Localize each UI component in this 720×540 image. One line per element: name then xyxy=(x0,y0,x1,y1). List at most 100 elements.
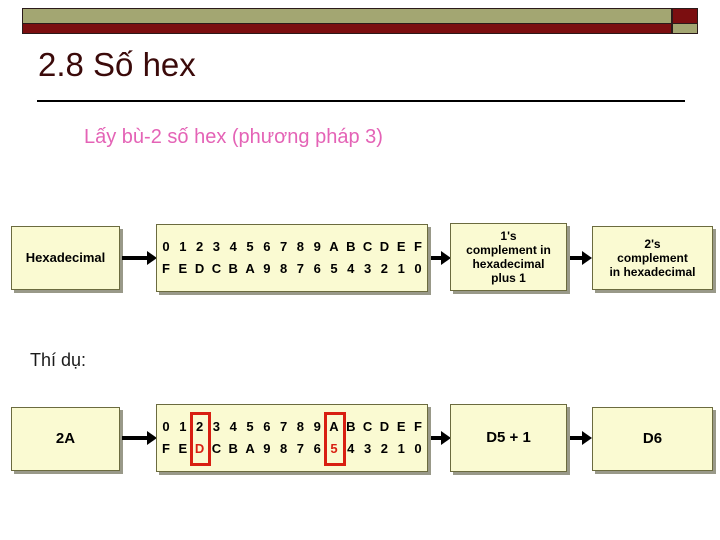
row2-hex-bottom-cell: F xyxy=(162,441,170,456)
row2-hex-bottom-cell: 0 xyxy=(414,441,422,456)
row1-arrow-3 xyxy=(570,251,592,265)
row1-hex-bottom-cell: 6 xyxy=(313,261,321,276)
row2-hex-bottom-cell: 3 xyxy=(363,441,372,456)
example-label: Thí dụ: xyxy=(30,350,87,370)
row1-hex-top-row: 0123456789ABCDEF xyxy=(157,236,427,258)
row1-hex-bottom-cell: 1 xyxy=(397,261,405,276)
row1-step-line-3: plus 1 xyxy=(491,271,526,286)
row2-hex-top-cell: 8 xyxy=(296,419,305,434)
row2-hex-top-cell: B xyxy=(346,419,356,434)
row1-source-box: Hexadecimal xyxy=(11,226,120,290)
row1-result-line-2: in hexadecimal xyxy=(609,265,696,280)
row1-hex-top-cell: 8 xyxy=(296,239,305,254)
row1-hex-top-cell: 9 xyxy=(313,239,321,254)
row2-arrow-3 xyxy=(570,431,592,445)
row1-hex-top-cell: C xyxy=(362,239,373,254)
row1-result-label: 2's complement in hexadecimal xyxy=(605,237,699,279)
row1-hex-table: 0123456789ABCDEF FEDCBA9876543210 xyxy=(156,224,428,292)
row1-source-label: Hexadecimal xyxy=(25,250,106,266)
row2-hex-top-cell: 7 xyxy=(279,419,288,434)
row2-hex-bottom-cell: 7 xyxy=(296,441,305,456)
row2-arrow-2 xyxy=(431,431,451,445)
row2-hex-table: 0123456789ABCDEF FEDCBA9876543210 xyxy=(156,404,428,472)
row1-hex-top-cell: 4 xyxy=(229,239,237,254)
row2-step-box: D5 + 1 xyxy=(450,404,567,472)
row2-hex-bottom-cell: E xyxy=(178,441,188,456)
row2-hex-top-cell: A xyxy=(329,419,339,434)
header-square-maroon xyxy=(672,8,698,24)
row1-result-box: 2's complement in hexadecimal xyxy=(592,226,713,290)
row1-hex-top-cell: 1 xyxy=(179,239,187,254)
row2-hex-bottom-cell: 1 xyxy=(397,441,405,456)
row1-hex-bottom-cell: 2 xyxy=(380,261,388,276)
row2-hex-bottom-cell: 6 xyxy=(313,441,321,456)
header-decoration-bar xyxy=(22,8,698,34)
row2-result-line-0: D6 xyxy=(642,430,663,448)
row2-step-label: D5 + 1 xyxy=(482,429,535,447)
row1-hex-top-cell: 6 xyxy=(263,239,271,254)
row2-hex-bottom-cell: 9 xyxy=(263,441,271,456)
row1-hex-top-cell: B xyxy=(346,239,356,254)
row1-arrow-1 xyxy=(122,251,157,265)
row2-hex-bottom-cell: A xyxy=(245,441,255,456)
row1-hex-bottom-cell: 9 xyxy=(263,261,271,276)
row2-step-line-0: D5 + 1 xyxy=(486,429,531,447)
row2-source-label: 2A xyxy=(55,430,76,448)
row1-hex-bottom-cell: 4 xyxy=(347,261,355,276)
header-square-olive xyxy=(672,24,698,34)
row2-hex-top-row: 0123456789ABCDEF xyxy=(157,416,427,438)
row1-arrow-2 xyxy=(431,251,451,265)
row1-hex-bottom-cell: 5 xyxy=(330,261,338,276)
row2-hex-bottom-cell: C xyxy=(211,441,222,456)
row2-hex-top-cell: 4 xyxy=(229,419,237,434)
row2-hex-bottom-cell: D xyxy=(194,441,205,456)
row1-hex-bottom-cell: F xyxy=(162,261,170,276)
row1-hex-top-cell: 5 xyxy=(246,239,254,254)
row2-hex-top-cell: 2 xyxy=(196,419,204,434)
row2-hex-top-cell: F xyxy=(414,419,422,434)
row1-hex-bottom-cell: D xyxy=(194,261,205,276)
row2-arrow-1 xyxy=(122,431,157,445)
row2-hex-top-cell: 3 xyxy=(212,419,221,434)
row1-hex-bottom-cell: 8 xyxy=(279,261,288,276)
row1-hex-bottom-row: FEDCBA9876543210 xyxy=(157,258,427,280)
row2-hex-bottom-cell: 8 xyxy=(279,441,288,456)
header-bar-maroon xyxy=(22,24,672,34)
row2-hex-top-cell: 9 xyxy=(313,419,321,434)
row1-hex-top-cell: 3 xyxy=(212,239,221,254)
row1-hex-top-cell: D xyxy=(379,239,390,254)
row2-hex-top-cell: C xyxy=(362,419,373,434)
row1-hex-bottom-cell: B xyxy=(228,261,238,276)
slide-canvas: 2.8 Số hex Lấy bù-2 số hex (phương pháp … xyxy=(0,0,720,540)
row2-hex-top-cell: 5 xyxy=(246,419,254,434)
row2-result-label: D6 xyxy=(639,430,666,448)
row2-hex-top-cell: 1 xyxy=(179,419,187,434)
header-bar-olive xyxy=(22,8,672,24)
row1-hex-top-cell: 0 xyxy=(162,239,170,254)
row1-step-line-0: 1's xyxy=(500,228,517,243)
row1-hex-bottom-cell: 0 xyxy=(414,261,422,276)
row2-hex-bottom-cell: B xyxy=(228,441,238,456)
subtitle: Lấy bù-2 số hex (phương pháp 3) xyxy=(84,126,383,148)
row1-hex-bottom-cell: C xyxy=(211,261,222,276)
row1-result-line-1: complement xyxy=(617,250,688,265)
title-divider xyxy=(37,100,685,102)
row2-result-box: D6 xyxy=(592,407,713,471)
row1-result-line-0: 2's xyxy=(644,236,661,251)
row1-hex-top-cell: 2 xyxy=(196,239,204,254)
row1-hex-bottom-cell: E xyxy=(178,261,188,276)
row1-hex-bottom-cell: 7 xyxy=(296,261,305,276)
row1-hex-bottom-cell: 3 xyxy=(363,261,372,276)
row2-hex-bottom-row: FEDCBA9876543210 xyxy=(157,438,427,460)
row1-step-label: 1's complement in hexadecimal plus 1 xyxy=(462,229,555,286)
row2-hex-bottom-cell: 4 xyxy=(347,441,355,456)
row2-hex-bottom-cell: 5 xyxy=(330,441,338,456)
row1-hex-top-cell: F xyxy=(414,239,422,254)
row1-hex-bottom-cell: A xyxy=(245,261,255,276)
page-title: 2.8 Số hex xyxy=(38,46,196,83)
row1-hex-top-cell: A xyxy=(329,239,339,254)
row1-step-box: 1's complement in hexadecimal plus 1 xyxy=(450,223,567,291)
row2-hex-top-cell: 6 xyxy=(263,419,271,434)
row2-hex-top-cell: E xyxy=(396,419,406,434)
row1-step-line-1: complement in xyxy=(466,242,551,257)
